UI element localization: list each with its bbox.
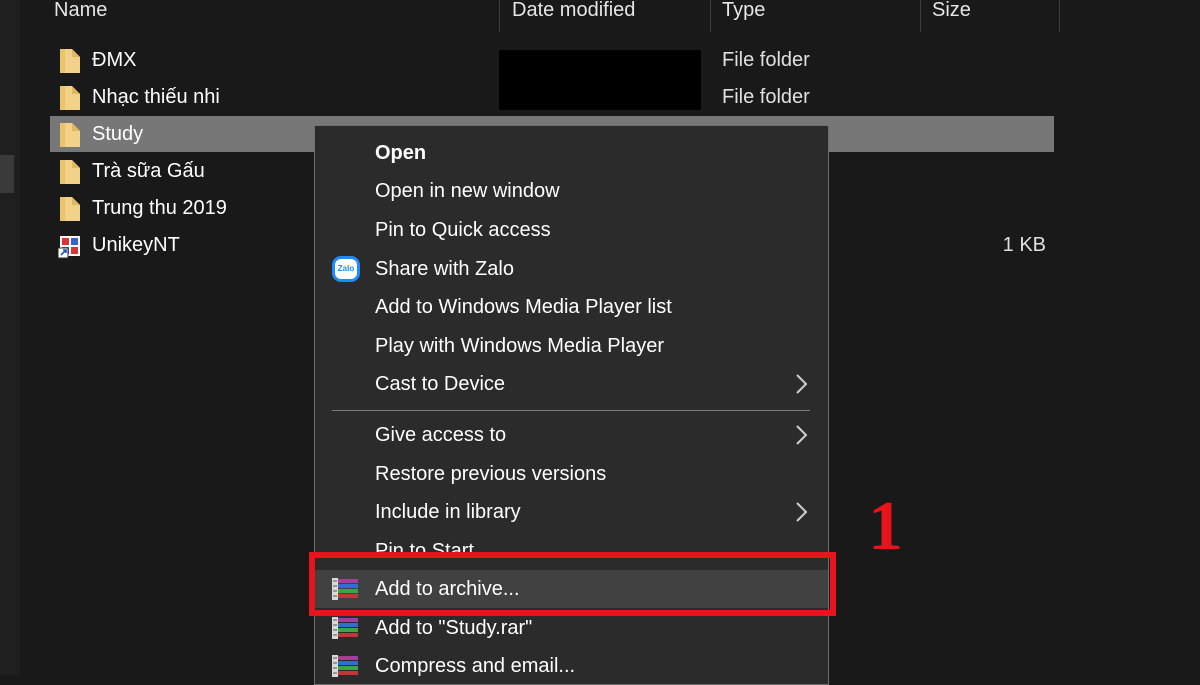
column-header-size[interactable]: Size	[932, 0, 971, 32]
file-name: Trung thu 2019	[92, 197, 227, 219]
menu-item-label: Open	[375, 142, 427, 164]
folder-icon	[60, 123, 80, 147]
winrar-icon	[332, 655, 358, 677]
folder-icon	[60, 86, 80, 110]
winrar-icon	[332, 617, 358, 639]
redacted-date-block	[499, 50, 701, 110]
menu-item-share-with-zalo[interactable]: Zalo Share with Zalo	[315, 250, 828, 288]
navigation-pane	[0, 0, 20, 675]
menu-item-compress-and-email[interactable]: Compress and email...	[315, 647, 828, 685]
navigation-scrollbar[interactable]	[0, 155, 14, 193]
unikey-shortcut-icon	[58, 236, 80, 259]
column-header-bar: Name Date modified Type Size	[40, 0, 1060, 32]
file-name: UnikeyNT	[92, 234, 180, 256]
menu-item-label: Restore previous versions	[375, 463, 607, 485]
highlight-box-annotation	[309, 552, 836, 616]
menu-item-label: Add to "Study.rar"	[375, 617, 533, 639]
menu-item-label: Add to Windows Media Player list	[375, 296, 672, 318]
file-name: Nhạc thiếu nhi	[92, 86, 220, 108]
menu-item-pin-to-quick-access[interactable]: Pin to Quick access	[315, 211, 828, 249]
menu-item-include-in-library[interactable]: Include in library	[315, 493, 828, 531]
folder-icon	[60, 49, 80, 73]
menu-item-add-to-wmp-list[interactable]: Add to Windows Media Player list	[315, 288, 828, 326]
menu-item-label: Give access to	[375, 424, 507, 446]
menu-separator	[332, 410, 810, 411]
zalo-icon: Zalo	[332, 256, 360, 282]
column-header-date-modified[interactable]: Date modified	[512, 0, 635, 32]
menu-item-label: Cast to Device	[375, 373, 506, 395]
menu-item-open-in-new-window[interactable]: Open in new window	[315, 172, 828, 210]
column-divider[interactable]	[710, 0, 711, 32]
step-number-annotation: 1	[868, 488, 903, 565]
menu-item-label: Pin to Quick access	[375, 219, 551, 241]
column-divider[interactable]	[499, 0, 500, 32]
menu-item-play-with-wmp[interactable]: Play with Windows Media Player	[315, 327, 828, 365]
chevron-right-icon	[796, 502, 808, 522]
file-name: Study	[92, 123, 144, 145]
column-header-name[interactable]: Name	[54, 0, 107, 32]
menu-item-cast-to-device[interactable]: Cast to Device	[315, 365, 828, 403]
folder-icon	[60, 160, 80, 184]
file-name: ĐMX	[92, 49, 137, 71]
column-divider[interactable]	[920, 0, 921, 32]
menu-item-restore-previous-versions[interactable]: Restore previous versions	[315, 455, 828, 493]
chevron-right-icon	[796, 374, 808, 394]
menu-item-label: Open in new window	[375, 180, 560, 202]
menu-item-label: Include in library	[375, 501, 521, 523]
column-divider[interactable]	[1059, 0, 1060, 32]
menu-item-label: Play with Windows Media Player	[375, 335, 664, 357]
menu-item-label: Share with Zalo	[375, 258, 514, 280]
file-name: Trà sữa Gấu	[92, 160, 205, 182]
folder-icon	[60, 197, 80, 221]
chevron-right-icon	[796, 425, 808, 445]
menu-item-give-access-to[interactable]: Give access to	[315, 416, 828, 454]
file-size: 1 KB	[1002, 234, 1046, 256]
file-type: File folder	[722, 49, 810, 71]
menu-item-open[interactable]: Open	[315, 134, 828, 172]
file-type: File folder	[722, 86, 810, 108]
column-header-type[interactable]: Type	[722, 0, 765, 32]
